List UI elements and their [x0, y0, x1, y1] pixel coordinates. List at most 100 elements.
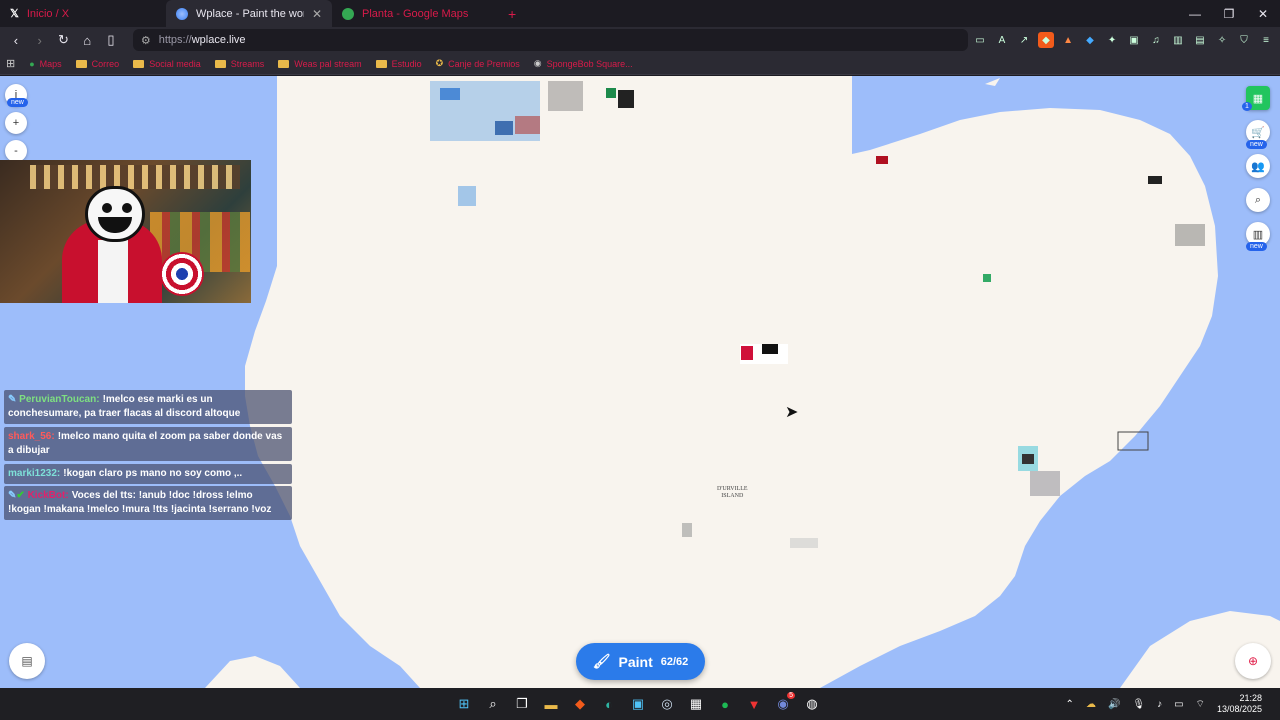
info-button[interactable]: i new	[5, 84, 28, 107]
alliance-button[interactable]: 👥	[1246, 154, 1270, 178]
tab-x[interactable]: 𝕏 Inicio / X	[0, 0, 166, 27]
bookmark-label: Canje de Premios	[448, 58, 520, 69]
apps-grid-icon[interactable]: ⊞	[6, 57, 15, 70]
bookmark-spongebob[interactable]: ◉ SpongeBob Square...	[534, 58, 633, 69]
leo-icon[interactable]: ✧	[1214, 32, 1230, 48]
locate-button[interactable]: ⊕	[1235, 643, 1271, 679]
close-tab-icon[interactable]: ✕	[312, 7, 322, 21]
menu-icon[interactable]: ≡	[1258, 32, 1274, 48]
chat-username: marki1232:	[8, 468, 61, 479]
folder-icon	[278, 59, 290, 68]
paint-button[interactable]: 🖌 Paint 62/62	[576, 643, 705, 680]
wifi-icon[interactable]: ⌔	[1196, 698, 1205, 711]
bookmark-label: Correo	[91, 58, 120, 69]
site-info-icon[interactable]: ⚙	[141, 34, 151, 47]
task-view-icon[interactable]: ❐	[512, 692, 532, 716]
leaderboard-button[interactable]: ▥ new	[1246, 222, 1270, 251]
search-icon: ⌕	[1254, 193, 1262, 206]
bookmark-maps[interactable]: ● Maps	[29, 59, 61, 69]
chevron-up-icon[interactable]: ⌃	[1066, 699, 1074, 710]
bookmark-icon[interactable]: ▯	[101, 30, 121, 50]
minus-icon: -	[14, 145, 18, 157]
bookmark-label: SpongeBob Square...	[546, 58, 633, 69]
brave-browser-icon[interactable]: ◆	[570, 692, 590, 716]
os-taskbar: ⊞ ⌕ ❐ ▬ ◆ ◐ ▣ ◎ ▦ ● ▼ ◉ 5 ◍ ⌃ ☁ 🔊 🎙 ♪ ▭ ⌔…	[0, 688, 1280, 720]
new-badge: new	[1246, 242, 1267, 251]
pixel-avatar-icon: ▦	[1252, 92, 1264, 105]
bookmark-label: Streams	[230, 58, 265, 69]
wallet2-icon[interactable]: ▤	[1192, 32, 1208, 48]
chat-text: !kogan claro ps mano no soy como ,..	[63, 468, 243, 479]
minimize-icon[interactable]: —	[1178, 0, 1212, 27]
island-label: D'URVILLE ISLAND	[717, 486, 748, 500]
zoom-out-button[interactable]: -	[5, 140, 27, 162]
back-icon[interactable]: ‹	[6, 30, 26, 50]
photos-icon[interactable]: ▣	[628, 692, 648, 716]
obs-icon[interactable]: ◍	[802, 692, 822, 716]
sword-icon: ✎	[8, 394, 17, 405]
steam-icon[interactable]: ◎	[657, 692, 677, 716]
monitor-icon[interactable]: ▭	[1174, 699, 1183, 710]
forward-icon[interactable]: ›	[30, 30, 50, 50]
vpn-icon[interactable]: ⛉	[1236, 32, 1252, 48]
bookmark-folder-estudio[interactable]: Estudio	[375, 58, 422, 69]
url-protocol: https://	[158, 34, 192, 46]
bookmark-folder-streams[interactable]: Streams	[214, 58, 265, 69]
ceiling-lights	[30, 165, 240, 189]
tab-wplace[interactable]: Wplace - Paint the world ✕	[166, 0, 332, 27]
bookmarks-bar: ⊞ ● Maps Correo Social media Streams Weas…	[0, 53, 1280, 75]
spotify-icon[interactable]: ●	[715, 692, 735, 716]
cast-icon[interactable]: ▭	[972, 32, 988, 48]
tab-title: Wplace - Paint the world	[196, 7, 304, 20]
new-tab-button[interactable]: +	[498, 6, 526, 22]
chat-message: ✎ PeruvianToucan: !melco ese marki es un …	[4, 390, 292, 424]
globe-icon	[176, 7, 188, 20]
bookmark-folder-correo[interactable]: Correo	[75, 58, 120, 69]
bookmark-canje[interactable]: ✪ Canje de Premios	[436, 58, 520, 69]
chat-username: PeruvianToucan:	[19, 394, 100, 405]
file-explorer-icon[interactable]: ▬	[541, 692, 561, 716]
translate-icon[interactable]: A	[994, 32, 1010, 48]
chat-username: shark_56:	[8, 431, 55, 442]
mic-icon[interactable]: 🎙	[1132, 699, 1145, 710]
reload-icon[interactable]: ↻	[54, 30, 74, 50]
windows-start-icon[interactable]: ⊞	[454, 692, 474, 716]
avatar-head	[85, 186, 145, 242]
avatar-shirt	[98, 240, 128, 303]
close-window-icon[interactable]: ✕	[1246, 0, 1280, 27]
vpn-app-icon[interactable]: ▼	[744, 692, 764, 716]
brave-rewards-icon[interactable]: ▲	[1060, 32, 1076, 48]
discord-icon[interactable]: ◉ 5	[773, 692, 795, 716]
bookmark-folder-weas[interactable]: Weas pal stream	[278, 59, 362, 69]
store-icon[interactable]: ▦	[686, 692, 706, 716]
browser-toolbar: ‹ › ↻ ⌂ ▯ ⚙ https://wplace.live ▭ A ↗ ◆ …	[0, 27, 1280, 53]
share-icon[interactable]: ↗	[1016, 32, 1032, 48]
zoom-in-button[interactable]: +	[5, 112, 27, 134]
tab-maps[interactable]: Planta - Google Maps	[332, 0, 498, 27]
extensions-icon[interactable]: ✦	[1104, 32, 1120, 48]
address-bar[interactable]: ⚙ https://wplace.live	[132, 29, 969, 51]
search-button[interactable]: ⌕	[1246, 188, 1270, 212]
system-tray: ⌃ ☁ 🔊 🎙 ♪ ▭ ⌔ 21:28 13/08/2025	[1066, 688, 1262, 720]
music-icon[interactable]: ♫	[1148, 32, 1164, 48]
restore-icon[interactable]: ❐	[1212, 0, 1246, 27]
home-icon[interactable]: ⌂	[77, 30, 97, 50]
reading-icon[interactable]: ▣	[1126, 32, 1142, 48]
bookmark-label: Estudio	[391, 58, 422, 69]
sidebar-icon[interactable]: ▥	[1170, 32, 1186, 48]
weather-icon[interactable]: ☁	[1086, 699, 1096, 710]
speaker-icon[interactable]: ♪	[1157, 699, 1162, 710]
avatar-button[interactable]: ▦ 1	[1242, 86, 1270, 111]
island-label-line1: D'URVILLE	[717, 486, 748, 492]
store-button[interactable]: 🛒 new	[1246, 120, 1270, 149]
clock[interactable]: 21:28 13/08/2025	[1217, 693, 1262, 715]
brush-icon: 🖌	[592, 653, 611, 669]
clock-date: 13/08/2025	[1216, 704, 1262, 714]
volume-icon[interactable]: 🔊	[1108, 699, 1120, 710]
search-icon[interactable]: ⌕	[483, 692, 503, 716]
map-style-button[interactable]: ▤	[9, 643, 45, 679]
wallet-icon[interactable]: ◆	[1082, 32, 1098, 48]
bookmark-folder-social[interactable]: Social media	[133, 59, 201, 69]
brave-shield-icon[interactable]: ◆	[1038, 32, 1055, 48]
edge-icon[interactable]: ◐	[599, 692, 619, 716]
